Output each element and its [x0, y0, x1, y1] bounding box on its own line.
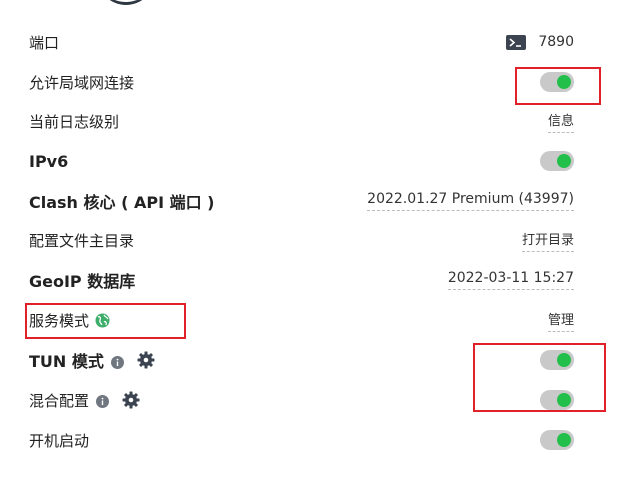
setting-row-autostart: 开机启动: [29, 420, 574, 460]
setting-row-port: 端口 7890: [29, 22, 574, 62]
allow-lan-label: 允许局域网连接: [29, 73, 135, 92]
port-label: 端口: [29, 33, 60, 52]
port-value[interactable]: 7890: [538, 34, 574, 50]
setting-row-service-mode: 服务模式 管理: [29, 300, 574, 340]
ipv6-label: IPv6: [29, 151, 69, 171]
mixin-toggle[interactable]: [540, 390, 574, 410]
setting-row-mixin: 混合配置: [29, 380, 574, 420]
log-level-select[interactable]: 信息: [547, 110, 574, 133]
setting-row-allow-lan: 允许局域网连接: [29, 62, 574, 102]
mixin-label: 混合配置: [29, 391, 90, 410]
open-dir-button[interactable]: 打开目录: [521, 229, 574, 252]
gear-icon[interactable]: [122, 391, 140, 409]
ipv6-toggle[interactable]: [540, 151, 574, 171]
toggle-knob: [557, 433, 571, 447]
allow-lan-toggle[interactable]: [540, 72, 574, 92]
terminal-icon[interactable]: [506, 34, 527, 50]
geoip-value[interactable]: 2022-03-11 15:27: [447, 270, 574, 290]
autostart-label: 开机启动: [29, 431, 90, 450]
toggle-knob: [557, 75, 571, 89]
autostart-toggle[interactable]: [540, 430, 574, 450]
toggle-knob: [557, 154, 571, 168]
setting-row-clash-core: Clash 核心 ( API 端口 ) 2022.01.27 Premium (…: [29, 181, 574, 221]
service-mode-label: 服务模式: [29, 311, 90, 330]
info-icon[interactable]: [96, 394, 110, 408]
service-mode-manage-button[interactable]: 管理: [547, 309, 574, 332]
setting-row-log-level: 当前日志级别 信息: [29, 101, 574, 141]
gear-icon[interactable]: [137, 351, 155, 369]
tun-mode-label: TUN 模式: [29, 352, 104, 371]
partial-avatar-arc: [97, 0, 155, 5]
toggle-knob: [557, 353, 571, 367]
tun-mode-toggle[interactable]: [540, 350, 574, 370]
info-icon[interactable]: [110, 354, 124, 369]
toggle-knob: [557, 393, 571, 407]
clash-core-label: Clash 核心 ( API 端口 ): [29, 193, 215, 212]
globe-icon: [95, 313, 110, 328]
log-level-label: 当前日志级别: [29, 112, 120, 131]
setting-row-geoip: GeoIP 数据库 2022-03-11 15:27: [29, 260, 574, 300]
clash-core-value[interactable]: 2022.01.27 Premium (43997): [367, 191, 574, 211]
config-dir-label: 配置文件主目录: [29, 231, 135, 250]
setting-row-ipv6: IPv6: [29, 141, 574, 181]
setting-row-config-dir: 配置文件主目录 打开目录: [29, 220, 574, 260]
geoip-label: GeoIP 数据库: [29, 272, 136, 291]
setting-row-tun-mode: TUN 模式: [29, 340, 574, 380]
